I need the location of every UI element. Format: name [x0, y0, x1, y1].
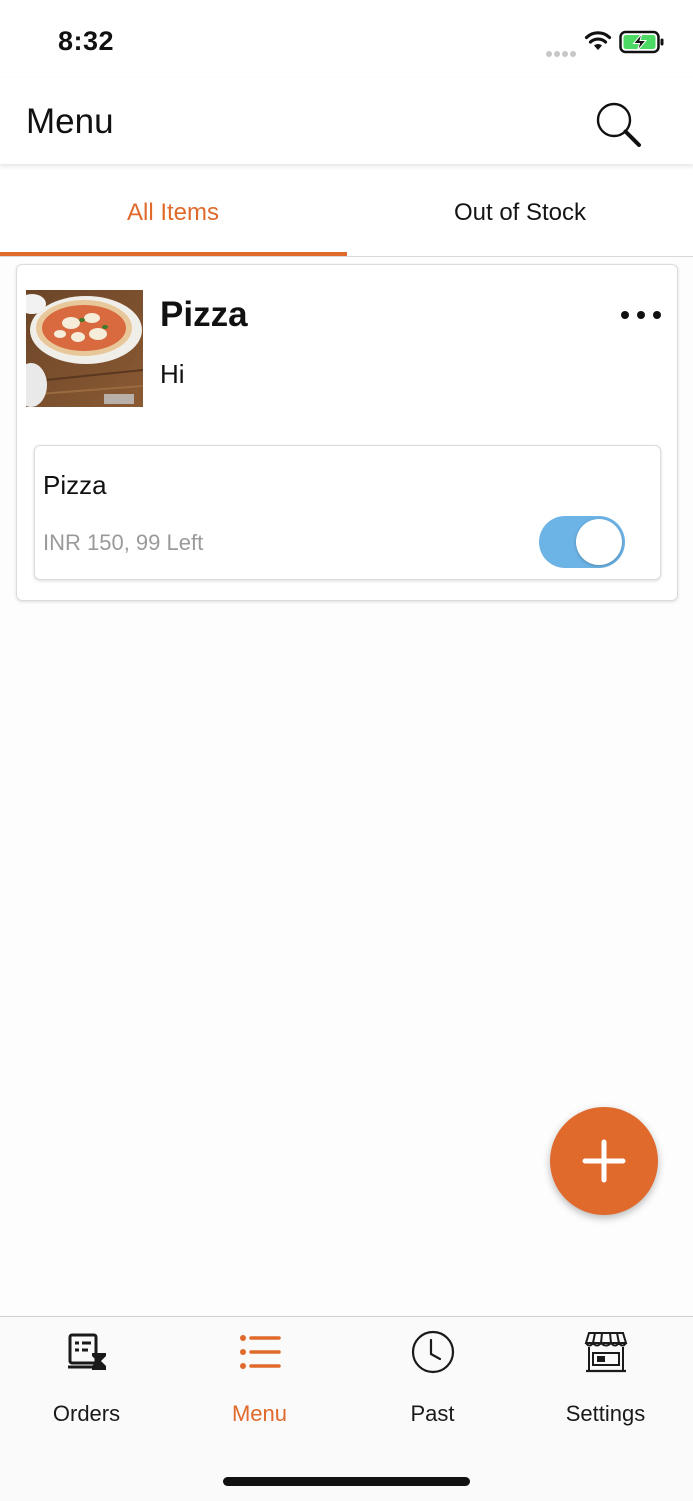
- more-dots-icon: [653, 311, 661, 319]
- nav-label: Past: [410, 1401, 455, 1426]
- tab-label: All Items: [126, 199, 219, 226]
- home-indicator[interactable]: [223, 1477, 470, 1486]
- menu-list-icon: [239, 1335, 281, 1369]
- item-variant-card: Pizza INR 150, 99 Left: [34, 445, 661, 580]
- orders-icon: [67, 1333, 106, 1370]
- clock-icon: [411, 1330, 454, 1374]
- nav-label: Menu: [231, 1401, 288, 1426]
- store-icon: [584, 1332, 627, 1373]
- more-options-button[interactable]: [621, 301, 661, 329]
- status-time: 8:32: [58, 26, 115, 56]
- add-item-button[interactable]: [550, 1107, 658, 1215]
- status-bar: 8:32: [0, 0, 693, 78]
- tab-all-items[interactable]: All Items: [0, 170, 346, 256]
- item-description: Hi: [160, 359, 185, 389]
- app-header: Menu: [0, 78, 693, 164]
- variant-name: Pizza: [43, 470, 107, 500]
- battery-charging-icon: [619, 30, 664, 54]
- more-dots-icon: [637, 311, 645, 319]
- active-tab-indicator: [0, 252, 347, 256]
- item-thumbnail: [26, 290, 143, 407]
- nav-menu[interactable]: Menu: [173, 1317, 346, 1447]
- nav-settings[interactable]: Settings: [519, 1317, 692, 1447]
- more-dots-icon: [621, 311, 629, 319]
- item-name: Pizza: [160, 295, 248, 334]
- search-icon: [596, 102, 641, 147]
- wifi-icon: [584, 31, 612, 50]
- search-button[interactable]: [590, 96, 646, 152]
- nav-orders[interactable]: Orders: [0, 1317, 173, 1447]
- page-title: Menu: [26, 102, 114, 141]
- tab-bar: All Items Out of Stock: [0, 170, 693, 257]
- nav-label: Orders: [52, 1401, 121, 1426]
- cellular-signal-icon: [546, 44, 578, 62]
- menu-item-card[interactable]: Pizza Hi Pizza INR 150, 99 Left: [16, 264, 678, 601]
- plus-icon: [582, 1139, 626, 1183]
- nav-label: Settings: [565, 1401, 646, 1426]
- in-stock-toggle[interactable]: [539, 516, 625, 568]
- tab-label: Out of Stock: [453, 199, 587, 226]
- variant-price-stock: INR 150, 99 Left: [43, 530, 204, 555]
- toggle-knob: [576, 519, 622, 565]
- bottom-navigation: Orders Menu Past Settings: [0, 1316, 693, 1501]
- tab-out-of-stock[interactable]: Out of Stock: [347, 170, 693, 256]
- nav-past[interactable]: Past: [346, 1317, 519, 1447]
